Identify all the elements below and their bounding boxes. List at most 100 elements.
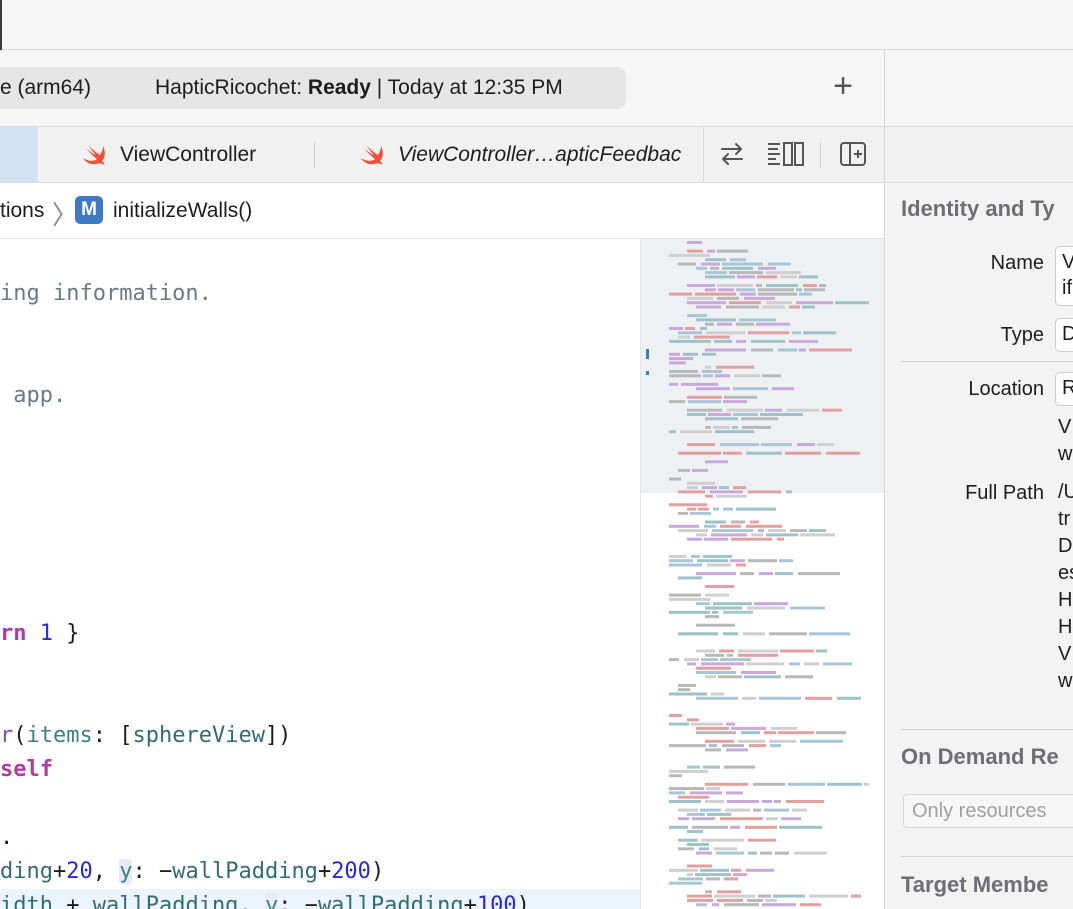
minimap-code-bar (789, 662, 800, 666)
minimap-code-bar (725, 808, 750, 812)
minimap-code-bar (695, 292, 736, 296)
minimap-code-bar (710, 490, 743, 494)
minimap-code-bar (790, 606, 825, 610)
minimap-code-bar (687, 296, 713, 300)
minimap-code-bar (714, 894, 755, 898)
minimap-code-bar (696, 666, 731, 670)
minimap-code-bar (762, 305, 785, 309)
minimap-code-bar (712, 610, 718, 614)
minimap-code-bar (669, 352, 680, 356)
minimap-code-bar (678, 490, 705, 494)
breadcrumb-current[interactable]: initializeWalls() (113, 199, 252, 223)
minimap-code-bar (711, 533, 747, 537)
minimap-code-bar (714, 847, 737, 851)
minimap-code-bar (805, 696, 832, 700)
keyword-token: rn (0, 621, 27, 646)
minimap-code-bar (778, 348, 797, 352)
minimap-code-bar (709, 744, 717, 748)
minimap-code-bar (691, 554, 700, 558)
minimap-code-bar (696, 572, 736, 576)
comment-text: ing information. (0, 281, 212, 306)
minimap-code-bar (687, 408, 722, 412)
param-token: y (119, 859, 133, 884)
minimap-code-bar (816, 731, 846, 735)
full-path-value: /U tr D es H H V w (1058, 481, 1073, 692)
add-button[interactable]: + (826, 69, 860, 104)
run-destination[interactable]: e (arm64) (0, 76, 91, 100)
minimap-code-bar (717, 890, 741, 894)
minimap-code-bar (706, 331, 745, 335)
plain-token: ) (516, 893, 530, 909)
minimap-code-bar (736, 322, 754, 326)
type-popup[interactable]: D (1055, 318, 1073, 352)
code-line: app. (0, 379, 66, 413)
minimap-code-bar (669, 787, 704, 791)
activity-viewer[interactable]: e (arm64) HapticRicochet: Ready | Today … (0, 67, 626, 109)
minimap-code-bar (705, 460, 728, 464)
minimap-code-bar (804, 662, 819, 666)
minimap-code-bar (669, 714, 682, 717)
minimap-code-bar (809, 632, 850, 636)
minimap-code-bar (851, 894, 861, 898)
minimap-code-bar (669, 430, 676, 434)
location-popup[interactable]: R (1055, 372, 1073, 406)
minimap-code-bar (741, 417, 778, 421)
minimap-code-bar (827, 782, 862, 786)
minimap[interactable] (640, 239, 884, 909)
breadcrumb-parent[interactable]: tions (0, 199, 44, 223)
minimap-code-bar (696, 851, 712, 855)
minimap-code-bar (713, 507, 719, 511)
tab-viewcontroller-haptic[interactable]: ViewController…apticFeedbac (360, 127, 703, 182)
minimap-code-bar (697, 559, 728, 563)
minimap-code-bar (678, 451, 721, 455)
minimap-code-bar (705, 748, 721, 752)
resource-tags-field[interactable]: Only resources (903, 794, 1073, 828)
minimap-code-bar (669, 524, 699, 528)
minimap-code-bar (669, 361, 686, 365)
swap-arrows-icon[interactable] (717, 139, 747, 169)
minimap-code-bar (731, 520, 745, 524)
current-code-line: idth + wallPadding, y: −wallPadding+100) (0, 889, 640, 909)
tab-viewcontroller[interactable]: ViewController (82, 127, 302, 182)
minimap-code-bar (705, 365, 711, 369)
minimap-code-bar (788, 782, 825, 786)
minimap-code-bar (687, 843, 709, 846)
minimap-code-bar (743, 632, 765, 636)
plain-token: : [ (92, 723, 133, 748)
minimap-code-bar (669, 800, 701, 803)
minimap-code-bar (740, 572, 754, 576)
minimap-code-bar (669, 559, 693, 563)
adjust-editor-options-icon[interactable] (766, 139, 806, 169)
minimap-code-bar (703, 374, 713, 378)
minimap-code-bar (816, 649, 827, 653)
minimap-code-bar (696, 318, 736, 322)
add-editor-icon[interactable] (838, 139, 868, 169)
minimap-code-bar (765, 898, 777, 902)
name-field[interactable]: V if (1055, 246, 1073, 306)
minimap-code-bar (678, 808, 698, 812)
minimap-code-bar (687, 662, 696, 666)
variable-token: wallPadding (172, 859, 318, 884)
code-line: ing information. (0, 277, 212, 311)
code-line: rn 1 } (0, 617, 80, 651)
minimap-code-bar (705, 520, 726, 524)
source-editor[interactable]: ing information. app. rn 1 } r(items: [s… (0, 239, 640, 909)
minimap-code-bar (745, 825, 777, 829)
code-line: r(items: [sphereView]) (0, 723, 292, 748)
minimap-code-bar (756, 322, 790, 326)
minimap-code-bar (704, 537, 728, 541)
minimap-code-bar (669, 791, 685, 795)
minimap-code-bar (723, 632, 738, 636)
minimap-code-bar (769, 632, 807, 636)
minimap-code-bar (720, 524, 741, 528)
minimap-code-bar (696, 726, 729, 730)
minimap-code-bar (773, 894, 805, 898)
tab-selected-partial[interactable] (0, 127, 38, 182)
minimap-code-bar (678, 529, 708, 533)
minimap-code-bar (723, 400, 747, 404)
minimap-code-bar (734, 374, 760, 378)
minimap-code-bar (669, 722, 689, 726)
minimap-code-bar (758, 288, 794, 292)
minimap-code-bar (694, 335, 730, 339)
variable-token: idth (0, 893, 53, 909)
